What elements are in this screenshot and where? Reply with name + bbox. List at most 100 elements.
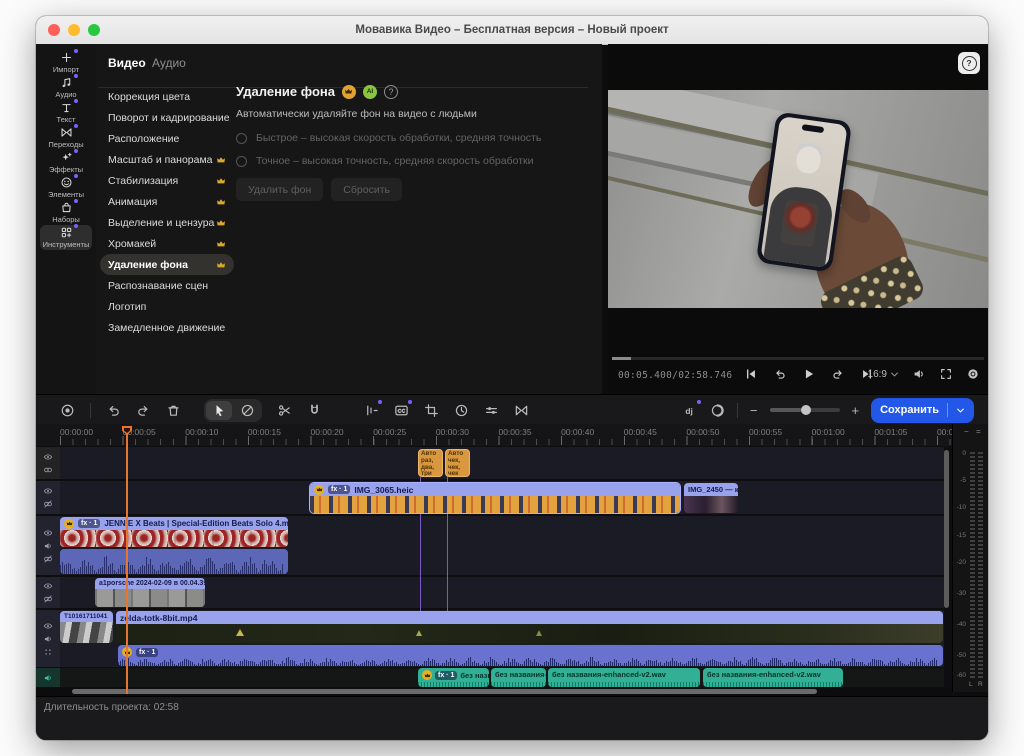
titlebar: Мовавика Видео – Бесплатная версия – Нов… (36, 16, 988, 45)
zoom-in-icon[interactable]: + (852, 403, 860, 418)
redo-icon[interactable] (136, 403, 151, 418)
sidebar-item-elements[interactable]: Элементы (40, 175, 92, 200)
tool-item[interactable]: Коррекция цвета (100, 86, 234, 107)
track-height-small-icon[interactable]: − (964, 427, 969, 437)
subtitles-icon[interactable] (394, 403, 409, 418)
aspect-ratio-dropdown[interactable]: 16:9 (868, 369, 899, 380)
unlink-icon[interactable] (43, 554, 53, 564)
volume-icon[interactable] (912, 367, 926, 381)
step-forward-icon[interactable] (831, 367, 845, 381)
sidebar-item-packs[interactable]: Наборы (40, 200, 92, 225)
save-dropdown-icon[interactable] (956, 406, 965, 415)
record-icon[interactable] (60, 403, 75, 418)
split-scissors-icon[interactable] (277, 403, 292, 418)
tool-item[interactable]: Стабилизация (100, 170, 234, 191)
zoom-window-button[interactable] (88, 24, 100, 36)
mask-dots-icon[interactable] (43, 647, 53, 657)
delete-icon[interactable] (166, 403, 181, 418)
visibility-eye-icon[interactable] (43, 452, 53, 462)
settings-gear-icon[interactable] (966, 367, 980, 381)
step-back-icon[interactable] (773, 367, 787, 381)
help-icon[interactable]: ? (384, 85, 398, 99)
filters-icon[interactable] (484, 403, 499, 418)
tool-item[interactable]: Расположение (100, 128, 234, 149)
mute-speaker-icon[interactable] (43, 673, 53, 683)
preview-video (608, 90, 988, 308)
sidebar-item-tools[interactable]: Инструменты (40, 225, 92, 250)
radio-precise[interactable] (236, 156, 247, 167)
zoom-out-icon[interactable]: − (750, 403, 758, 418)
undo-icon[interactable] (106, 403, 121, 418)
sidebar-item-text[interactable]: Текст (40, 100, 92, 125)
tool-item[interactable]: Масштаб и панорама (100, 149, 234, 170)
unlink-icon[interactable] (43, 594, 53, 604)
audio-sync-icon[interactable]: dj (683, 403, 698, 418)
fullscreen-icon[interactable] (939, 367, 953, 381)
speed-icon[interactable] (454, 403, 469, 418)
mute-speaker-icon[interactable] (43, 541, 53, 551)
crop-icon[interactable] (424, 403, 439, 418)
close-window-button[interactable] (48, 24, 60, 36)
visibility-eye-icon[interactable] (43, 581, 53, 591)
radio-fast[interactable] (236, 133, 247, 144)
transitions-icon[interactable] (514, 403, 529, 418)
visibility-eye-icon[interactable] (43, 621, 53, 631)
sidebar-item-audio[interactable]: Аудио (40, 75, 92, 100)
clip-zelda[interactable]: zelda-totk-8bit.mp4 (116, 611, 943, 643)
markers-icon[interactable] (364, 403, 379, 418)
voice-clip[interactable]: fx · 1без назва (418, 668, 489, 687)
voice-clip[interactable]: без названия- (491, 668, 546, 687)
play-icon[interactable] (802, 367, 816, 381)
preview-seekbar[interactable] (612, 357, 984, 360)
tool-item[interactable]: Логотип (100, 296, 234, 317)
horizontal-scrollbar[interactable] (72, 689, 817, 694)
vertical-scrollbar[interactable] (944, 450, 949, 608)
clip-t1016[interactable]: T10161711041 (60, 611, 113, 643)
select-tool-icon[interactable] (206, 401, 232, 420)
tool-item[interactable]: Анимация (100, 191, 234, 212)
save-button[interactable]: Сохранить (871, 398, 974, 423)
caption-clip[interactable]: Автораз,два,три (418, 449, 443, 477)
tool-item[interactable]: Распознавание сцен (100, 275, 234, 296)
timeline-ruler[interactable]: 00:00:0000:00:0500:00:1000:00:1500:00:20… (36, 424, 952, 446)
tool-item[interactable]: Удаление фона (100, 254, 234, 275)
tool-item[interactable]: Замедленное движение (100, 317, 234, 338)
project-duration: Длительность проекта: 02:58 (44, 702, 179, 713)
voice-clip[interactable]: без названия-enhanced-v2.wav (703, 668, 843, 687)
tool-item[interactable]: Выделение и цензура (100, 212, 234, 233)
mute-speaker-icon[interactable] (43, 634, 53, 644)
previous-frame-icon[interactable] (744, 367, 758, 381)
clip-thumbnails (684, 496, 738, 513)
desktop: Мовавика Видео – Бесплатная версия – Нов… (0, 0, 1024, 756)
minimize-window-button[interactable] (68, 24, 80, 36)
clip-porsche[interactable]: a1porsche 2024-02-09 в 00.04.39, (95, 578, 205, 607)
help-button[interactable]: ? (958, 52, 980, 74)
link-icon[interactable] (43, 465, 53, 475)
magnet-icon[interactable] (307, 403, 322, 418)
tab-video[interactable]: Видео (108, 56, 146, 70)
clip-linked-audio[interactable]: fx · 1 (118, 645, 943, 666)
tool-item[interactable]: Хромакей (100, 233, 234, 254)
clip-img-2450[interactable]: IMG_2450 — к (684, 483, 738, 513)
sidebar-item-effects[interactable]: Эффекты (40, 150, 92, 175)
voice-clip[interactable]: без названия-enhanced-v2.wav (548, 668, 700, 687)
reset-button[interactable]: Сбросить (331, 178, 402, 201)
remove-background-button[interactable]: Удалить фон (236, 178, 323, 201)
caption-clip[interactable]: Авточек,чек,чек (445, 449, 470, 477)
visibility-eye-icon[interactable] (43, 528, 53, 538)
timeline-zoom-slider[interactable] (770, 408, 840, 412)
clip-img-3065[interactable]: fx · 1 IMG_3065.heic (310, 483, 680, 513)
sidebar-item-transitions[interactable]: Переходы (40, 125, 92, 150)
unlink-icon[interactable] (43, 499, 53, 509)
marker-tool-icon[interactable] (234, 401, 260, 420)
visibility-eye-icon[interactable] (43, 486, 53, 496)
color-wheel-icon[interactable] (710, 403, 725, 418)
playhead-line[interactable] (126, 434, 128, 694)
tool-item-label: Коррекция цвета (108, 91, 190, 103)
clip-jennie-video[interactable]: fx · 1 JENNIE X Beats | Special-Edition … (60, 517, 288, 547)
tab-audio[interactable]: Аудио (152, 56, 186, 70)
clip-jennie-audio[interactable] (60, 549, 288, 574)
track-height-large-icon[interactable]: = (976, 427, 981, 437)
tool-item[interactable]: Поворот и кадрирование (100, 107, 234, 128)
sidebar-item-import[interactable]: Импорт (40, 50, 92, 75)
